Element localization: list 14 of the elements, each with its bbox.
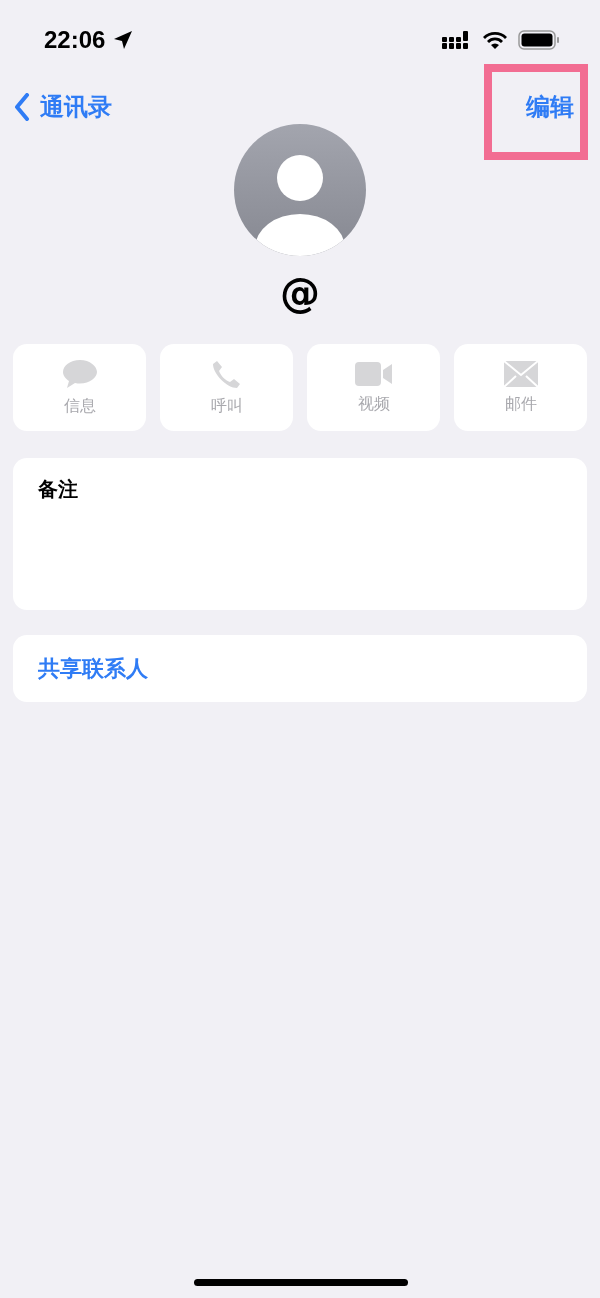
speech-bubble-icon [61,358,98,390]
location-arrow-icon [113,30,134,50]
edit-button[interactable]: 编辑 [526,91,586,123]
battery-icon [518,30,560,50]
video-camera-icon [353,360,394,388]
back-chevron-icon [14,93,30,121]
phone-icon [210,358,243,390]
envelope-icon [502,360,539,388]
contact-name: @ [279,270,321,316]
share-contact-link[interactable]: 共享联系人 [13,635,587,702]
status-time: 22:06 [44,26,106,54]
wifi-icon [482,30,508,50]
back-link[interactable]: 通讯录 [14,91,112,123]
notes-label: 备注 [38,477,78,501]
